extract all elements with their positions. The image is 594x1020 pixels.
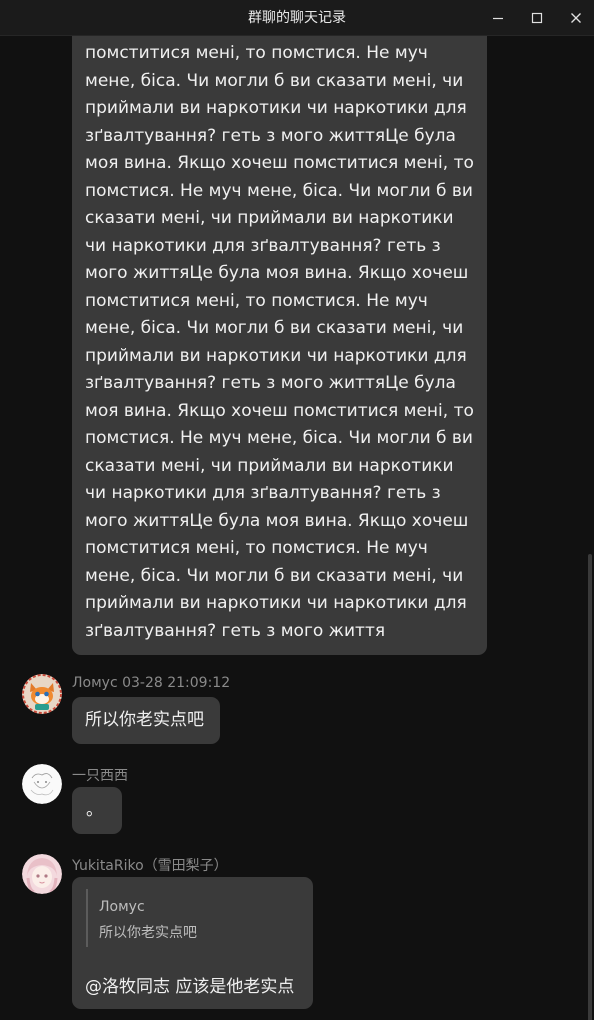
message-text: 。 [86,800,103,820]
maximize-button[interactable] [517,0,557,36]
fox-avatar-icon [22,674,62,714]
close-button[interactable] [556,0,594,36]
chat-history[interactable]: помститися мені, то помстися. Не муч мен… [0,36,594,1020]
quote-text: 所以你老实点吧 [99,925,197,941]
avatar[interactable] [22,854,62,894]
message-bubble[interactable]: 。 [72,787,122,834]
avatar[interactable] [22,674,62,714]
close-icon [571,13,581,23]
sender-name: YukitaRiko（雪田梨子） [72,858,228,874]
maximize-icon [531,12,543,24]
quoted-message[interactable]: Ломус 所以你老实点吧 [86,889,197,947]
title-bar: 群聊的聊天记录 [0,0,594,36]
sketch-avatar-icon [22,764,62,804]
minimize-icon [493,17,503,20]
quote-sender: Ломус [99,899,145,915]
message-text: 所以你老实点吧 [85,710,204,730]
sender-name: 一只西西 [72,768,128,784]
avatar[interactable] [22,764,62,804]
minimize-button[interactable] [478,0,518,36]
message-bubble[interactable]: Ломус 所以你老实点吧 @洛牧同志 应该是他老实点 [72,877,313,1009]
anime-girl-avatar-icon [22,854,62,894]
message-text: помститися мені, то помстися. Не муч мен… [85,43,474,641]
message-bubble[interactable]: 所以你老实点吧 [72,697,220,744]
message-text: @洛牧同志 应该是他老实点 [85,977,295,997]
message-bubble[interactable]: помститися мені, то помстися. Не муч мен… [72,36,487,655]
scrollbar[interactable] [588,554,592,1020]
sender-name: Ломус 03-28 21:09:12 [72,675,231,691]
